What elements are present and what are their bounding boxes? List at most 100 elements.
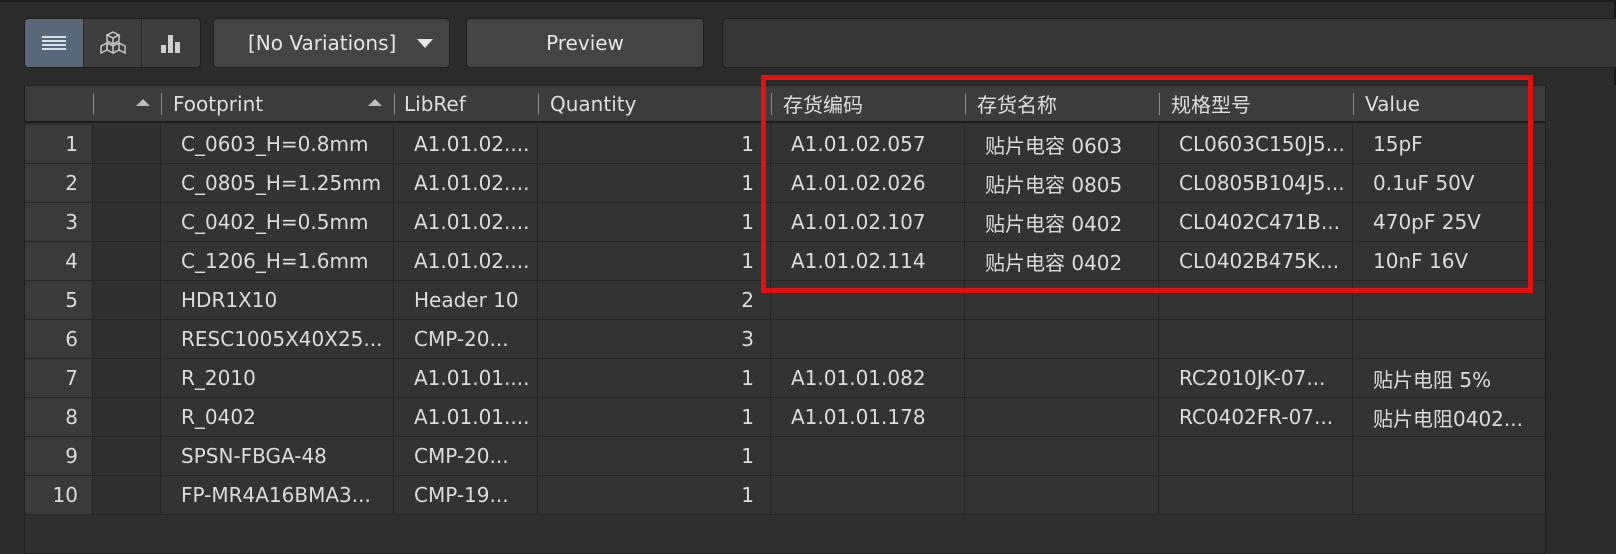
cell-quantity[interactable]: 1: [538, 125, 771, 164]
cell-inventory-name[interactable]: [965, 398, 1159, 437]
cell-blank[interactable]: [93, 164, 161, 203]
cell-blank[interactable]: [93, 242, 161, 281]
cell-spec-model[interactable]: CL0402B475K...: [1159, 242, 1353, 281]
cell-libref[interactable]: CMP-19...: [394, 476, 538, 515]
cell-inventory-code[interactable]: [771, 281, 965, 320]
cell-spec-model[interactable]: [1159, 437, 1353, 476]
cell-quantity[interactable]: 1: [538, 164, 771, 203]
cell-value[interactable]: 10nF 16V: [1353, 242, 1545, 281]
cell-footprint[interactable]: R_0402: [161, 398, 394, 437]
cell-spec-model[interactable]: CL0805B104J5...: [1159, 164, 1353, 203]
cell-blank[interactable]: [93, 476, 161, 515]
table-row[interactable]: 4 C_1206_H=1.6mm A1.01.02.... 1 A1.01.02…: [25, 242, 1545, 281]
cell-inventory-code[interactable]: A1.01.01.082: [771, 359, 965, 398]
column-header-spec-model[interactable]: 规格型号: [1159, 86, 1353, 121]
cell-value[interactable]: 贴片电阻 5%: [1353, 359, 1545, 398]
cell-libref[interactable]: A1.01.01....: [394, 398, 538, 437]
column-header-libref[interactable]: LibRef: [394, 86, 538, 121]
cell-footprint[interactable]: SPSN-FBGA-48: [161, 437, 394, 476]
cell-inventory-name[interactable]: [965, 281, 1159, 320]
column-header-quantity[interactable]: Quantity: [538, 86, 771, 121]
cell-footprint[interactable]: HDR1X10: [161, 281, 394, 320]
table-row[interactable]: 8 R_0402 A1.01.01.... 1 A1.01.01.178 RC0…: [25, 398, 1545, 437]
cell-inventory-code[interactable]: [771, 476, 965, 515]
cell-libref[interactable]: CMP-20...: [394, 437, 538, 476]
cell-libref[interactable]: CMP-20...: [394, 320, 538, 359]
cell-libref[interactable]: Header 10: [394, 281, 538, 320]
cell-spec-model[interactable]: CL0402C471B...: [1159, 203, 1353, 242]
cell-libref[interactable]: A1.01.01....: [394, 359, 538, 398]
cell-footprint[interactable]: C_0603_H=0.8mm: [161, 125, 394, 164]
cell-footprint[interactable]: C_0402_H=0.5mm: [161, 203, 394, 242]
cell-quantity[interactable]: 1: [538, 242, 771, 281]
cell-quantity[interactable]: 1: [538, 398, 771, 437]
cell-inventory-code[interactable]: A1.01.02.057: [771, 125, 965, 164]
column-header-rownum[interactable]: [25, 86, 93, 121]
cell-quantity[interactable]: 1: [538, 203, 771, 242]
cell-blank[interactable]: [93, 320, 161, 359]
chart-view-button[interactable]: [142, 19, 200, 67]
sort-asc-icon[interactable]: [136, 99, 150, 106]
preview-button[interactable]: Preview: [466, 18, 704, 68]
cell-quantity[interactable]: 3: [538, 320, 771, 359]
cell-blank[interactable]: [93, 437, 161, 476]
cell-inventory-code[interactable]: [771, 437, 965, 476]
cell-footprint[interactable]: C_1206_H=1.6mm: [161, 242, 394, 281]
cell-value[interactable]: [1353, 476, 1545, 515]
cell-quantity[interactable]: 1: [538, 476, 771, 515]
cell-spec-model[interactable]: [1159, 320, 1353, 359]
table-row[interactable]: 1 C_0603_H=0.8mm A1.01.02.... 1 A1.01.02…: [25, 125, 1545, 164]
cell-quantity[interactable]: 2: [538, 281, 771, 320]
cell-inventory-name[interactable]: 贴片电容 0805: [965, 164, 1159, 203]
cell-libref[interactable]: A1.01.02....: [394, 125, 538, 164]
cell-value[interactable]: 贴片电阻0402...: [1353, 398, 1545, 437]
cell-spec-model[interactable]: CL0603C150J5...: [1159, 125, 1353, 164]
cell-inventory-code[interactable]: [771, 320, 965, 359]
table-row[interactable]: 10 FP-MR4A16BMA3... CMP-19... 1: [25, 476, 1545, 515]
variation-select[interactable]: [No Variations]: [213, 18, 450, 68]
cell-value[interactable]: [1353, 320, 1545, 359]
cell-inventory-name[interactable]: [965, 320, 1159, 359]
cell-inventory-name[interactable]: 贴片电容 0402: [965, 242, 1159, 281]
cell-inventory-name[interactable]: [965, 437, 1159, 476]
column-header-blank[interactable]: [93, 86, 161, 121]
cell-blank[interactable]: [93, 281, 161, 320]
3d-view-button[interactable]: [84, 19, 143, 67]
cell-footprint[interactable]: FP-MR4A16BMA3...: [161, 476, 394, 515]
cell-quantity[interactable]: 1: [538, 359, 771, 398]
column-header-inventory-code[interactable]: 存货编码: [771, 86, 965, 121]
cell-inventory-code[interactable]: A1.01.02.114: [771, 242, 965, 281]
cell-footprint[interactable]: RESC1005X40X25...: [161, 320, 394, 359]
column-header-footprint[interactable]: Footprint: [161, 86, 394, 121]
table-row[interactable]: 3 C_0402_H=0.5mm A1.01.02.... 1 A1.01.02…: [25, 203, 1545, 242]
table-row[interactable]: 5 HDR1X10 Header 10 2: [25, 281, 1545, 320]
sort-asc-icon[interactable]: [368, 99, 382, 106]
cell-inventory-code[interactable]: A1.01.01.178: [771, 398, 965, 437]
table-row[interactable]: 2 C_0805_H=1.25mm A1.01.02.... 1 A1.01.0…: [25, 164, 1545, 203]
column-header-inventory-name[interactable]: 存货名称: [965, 86, 1159, 121]
cell-footprint[interactable]: C_0805_H=1.25mm: [161, 164, 394, 203]
column-header-value[interactable]: Value: [1353, 86, 1545, 121]
cell-quantity[interactable]: 1: [538, 437, 771, 476]
cell-value[interactable]: [1353, 281, 1545, 320]
cell-inventory-name[interactable]: 贴片电容 0402: [965, 203, 1159, 242]
cell-value[interactable]: 15pF: [1353, 125, 1545, 164]
cell-inventory-name[interactable]: [965, 359, 1159, 398]
cell-inventory-name[interactable]: [965, 476, 1159, 515]
cell-blank[interactable]: [93, 398, 161, 437]
cell-value[interactable]: 470pF 25V: [1353, 203, 1545, 242]
cell-inventory-code[interactable]: A1.01.02.026: [771, 164, 965, 203]
cell-value[interactable]: 0.1uF 50V: [1353, 164, 1545, 203]
table-row[interactable]: 6 RESC1005X40X25... CMP-20... 3: [25, 320, 1545, 359]
cell-inventory-name[interactable]: 贴片电容 0603: [965, 125, 1159, 164]
cell-spec-model[interactable]: RC0402FR-07...: [1159, 398, 1353, 437]
cell-blank[interactable]: [93, 359, 161, 398]
cell-blank[interactable]: [93, 203, 161, 242]
cell-spec-model[interactable]: [1159, 476, 1353, 515]
table-row[interactable]: 9 SPSN-FBGA-48 CMP-20... 1: [25, 437, 1545, 476]
cell-libref[interactable]: A1.01.02....: [394, 203, 538, 242]
cell-libref[interactable]: A1.01.02....: [394, 164, 538, 203]
cell-inventory-code[interactable]: A1.01.02.107: [771, 203, 965, 242]
cell-footprint[interactable]: R_2010: [161, 359, 394, 398]
cell-blank[interactable]: [93, 125, 161, 164]
